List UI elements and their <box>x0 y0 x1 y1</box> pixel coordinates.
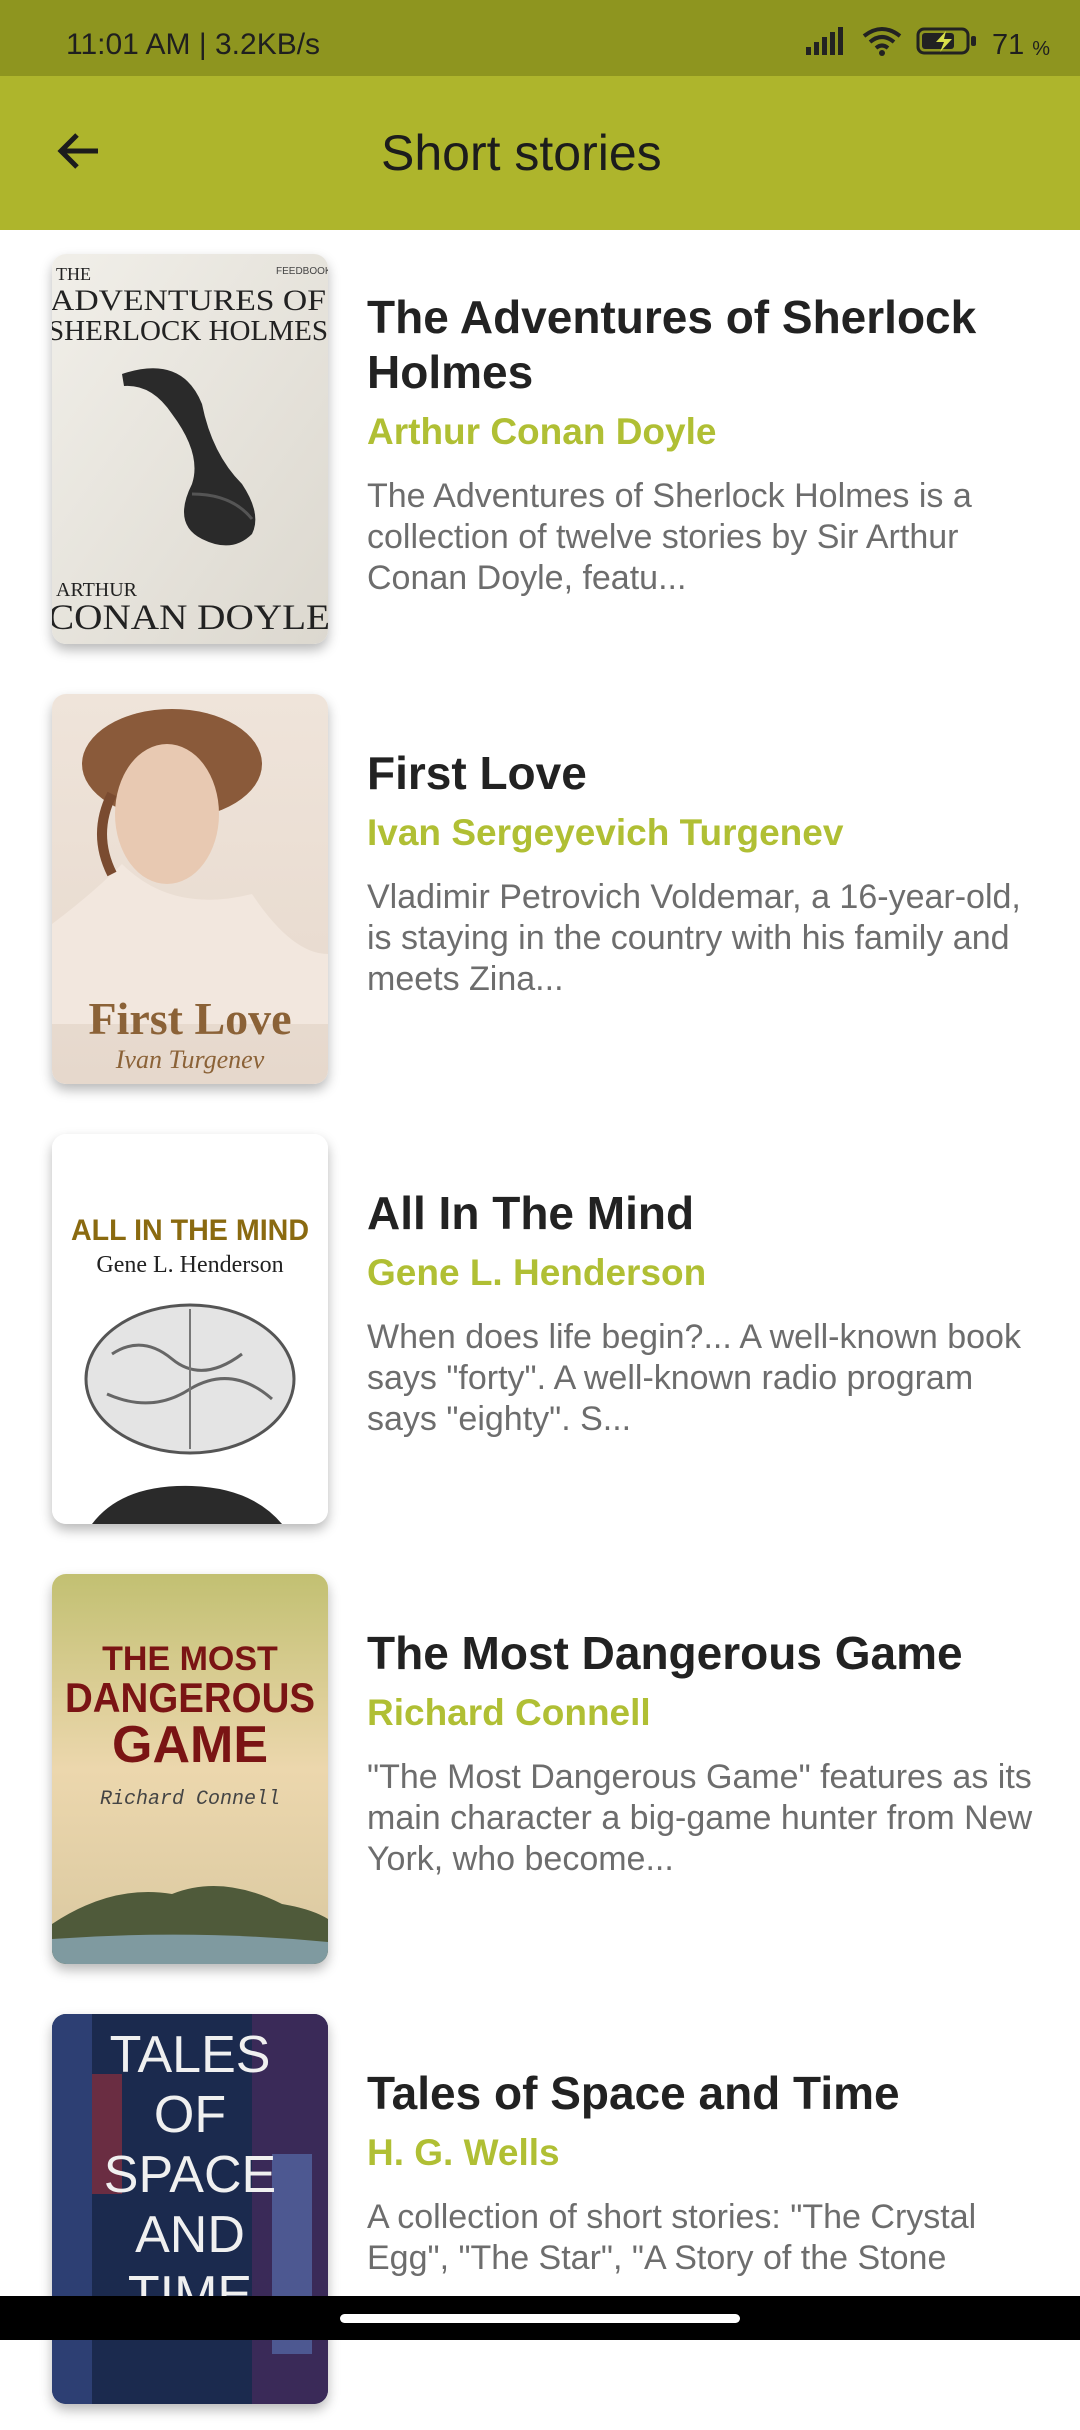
cover-author: Ivan Turgenev <box>115 1045 265 1074</box>
book-author: H. G. Wells <box>367 2132 560 2173</box>
book-author: Arthur Conan Doyle <box>367 411 717 452</box>
cover-author-line2: CONAN DOYLE <box>52 597 328 637</box>
book-info: First Love Ivan Sergeyevich Turgenev Vla… <box>367 746 1047 1000</box>
cover-line1: TALES <box>110 2026 271 2084</box>
arrow-left-icon <box>54 126 104 181</box>
book-cover: FEEDBOOKS THE ADVENTURES OF SHERLOCK HOL… <box>52 254 328 644</box>
cover-publisher: FEEDBOOKS <box>276 266 328 277</box>
signal-icon <box>805 27 848 63</box>
cover-line3: SPACE <box>104 2146 276 2204</box>
cover-author: Richard Connell <box>100 1788 280 1811</box>
book-description: A collection of short stories: "The Crys… <box>367 2198 977 2277</box>
book-info: All In The Mind Gene L. Henderson When d… <box>367 1186 1047 1440</box>
book-description: Vladimir Petrovich Voldemar, a 16-year-o… <box>367 878 1021 998</box>
book-description: The Adventures of Sherlock Holmes is a c… <box>367 477 972 597</box>
cover-author: Gene L. Henderson <box>96 1252 283 1278</box>
back-button[interactable] <box>44 118 114 188</box>
cover-title: ALL IN THE MIND <box>71 1214 309 1247</box>
book-title: All In The Mind <box>367 1187 695 1239</box>
book-item-tales-of-space-and-time[interactable]: TALES OF SPACE AND TIME Tales of Space a… <box>0 1990 1080 2430</box>
book-info: The Adventures of Sherlock Holmes Arthur… <box>367 290 1047 599</box>
battery-percent: 71 <box>991 28 1025 61</box>
book-item-all-in-the-mind[interactable]: ALL IN THE MIND Gene L. Henderson All In… <box>0 1110 1080 1550</box>
app-bar: Short stories <box>0 76 1080 230</box>
book-title: First Love <box>367 747 587 799</box>
book-cover: First Love Ivan Turgenev <box>52 694 328 1084</box>
book-description: When does life begin?... A well-known bo… <box>367 1318 1021 1438</box>
book-info: Tales of Space and Time H. G. Wells A co… <box>367 2066 1047 2279</box>
status-icons: 71 % <box>805 26 1050 64</box>
book-author: Gene L. Henderson <box>367 1252 707 1293</box>
book-title: The Adventures of Sherlock Holmes <box>367 291 977 398</box>
wifi-icon <box>862 26 902 64</box>
book-item-most-dangerous-game[interactable]: THE MOST DANGEROUS GAME Richard Connell … <box>0 1550 1080 1990</box>
book-item-sherlock-holmes[interactable]: FEEDBOOKS THE ADVENTURES OF SHERLOCK HOL… <box>0 230 1080 670</box>
book-item-first-love[interactable]: First Love Ivan Turgenev First Love Ivan… <box>0 670 1080 1110</box>
battery-percent-unit: % <box>1032 37 1050 60</box>
book-author: Richard Connell <box>367 1692 651 1733</box>
cover-line2: DANGEROUS <box>65 1674 315 1721</box>
book-author: Ivan Sergeyevich Turgenev <box>367 812 844 853</box>
battery-charging-icon <box>916 26 978 64</box>
status-time: 11:01 AM | 3.2KB/s <box>66 28 321 61</box>
gesture-handle[interactable] <box>340 2314 740 2323</box>
book-cover: TALES OF SPACE AND TIME <box>52 2014 328 2404</box>
book-cover: THE MOST DANGEROUS GAME Richard Connell <box>52 1574 328 1964</box>
cover-line2: OF <box>154 2086 226 2144</box>
status-bar: 11:01 AM | 3.2KB/s 71 % <box>0 0 1080 76</box>
cover-line3: SHERLOCK HOLMES <box>52 316 328 347</box>
cover-title: First Love <box>88 993 291 1044</box>
book-title: Tales of Space and Time <box>367 2067 900 2119</box>
book-info: The Most Dangerous Game Richard Connell … <box>367 1626 1047 1880</box>
cover-line3: GAME <box>112 1716 268 1774</box>
book-cover: ALL IN THE MIND Gene L. Henderson <box>52 1134 328 1524</box>
cover-line1: THE <box>56 264 91 284</box>
book-title: The Most Dangerous Game <box>367 1627 963 1679</box>
cover-line2: ADVENTURES OF <box>52 284 326 317</box>
book-description: "The Most Dangerous Game" features as it… <box>367 1758 1033 1878</box>
cover-line4: AND <box>135 2206 245 2264</box>
page-title: Short stories <box>381 125 662 181</box>
cover-line1: THE MOST <box>102 1640 278 1678</box>
